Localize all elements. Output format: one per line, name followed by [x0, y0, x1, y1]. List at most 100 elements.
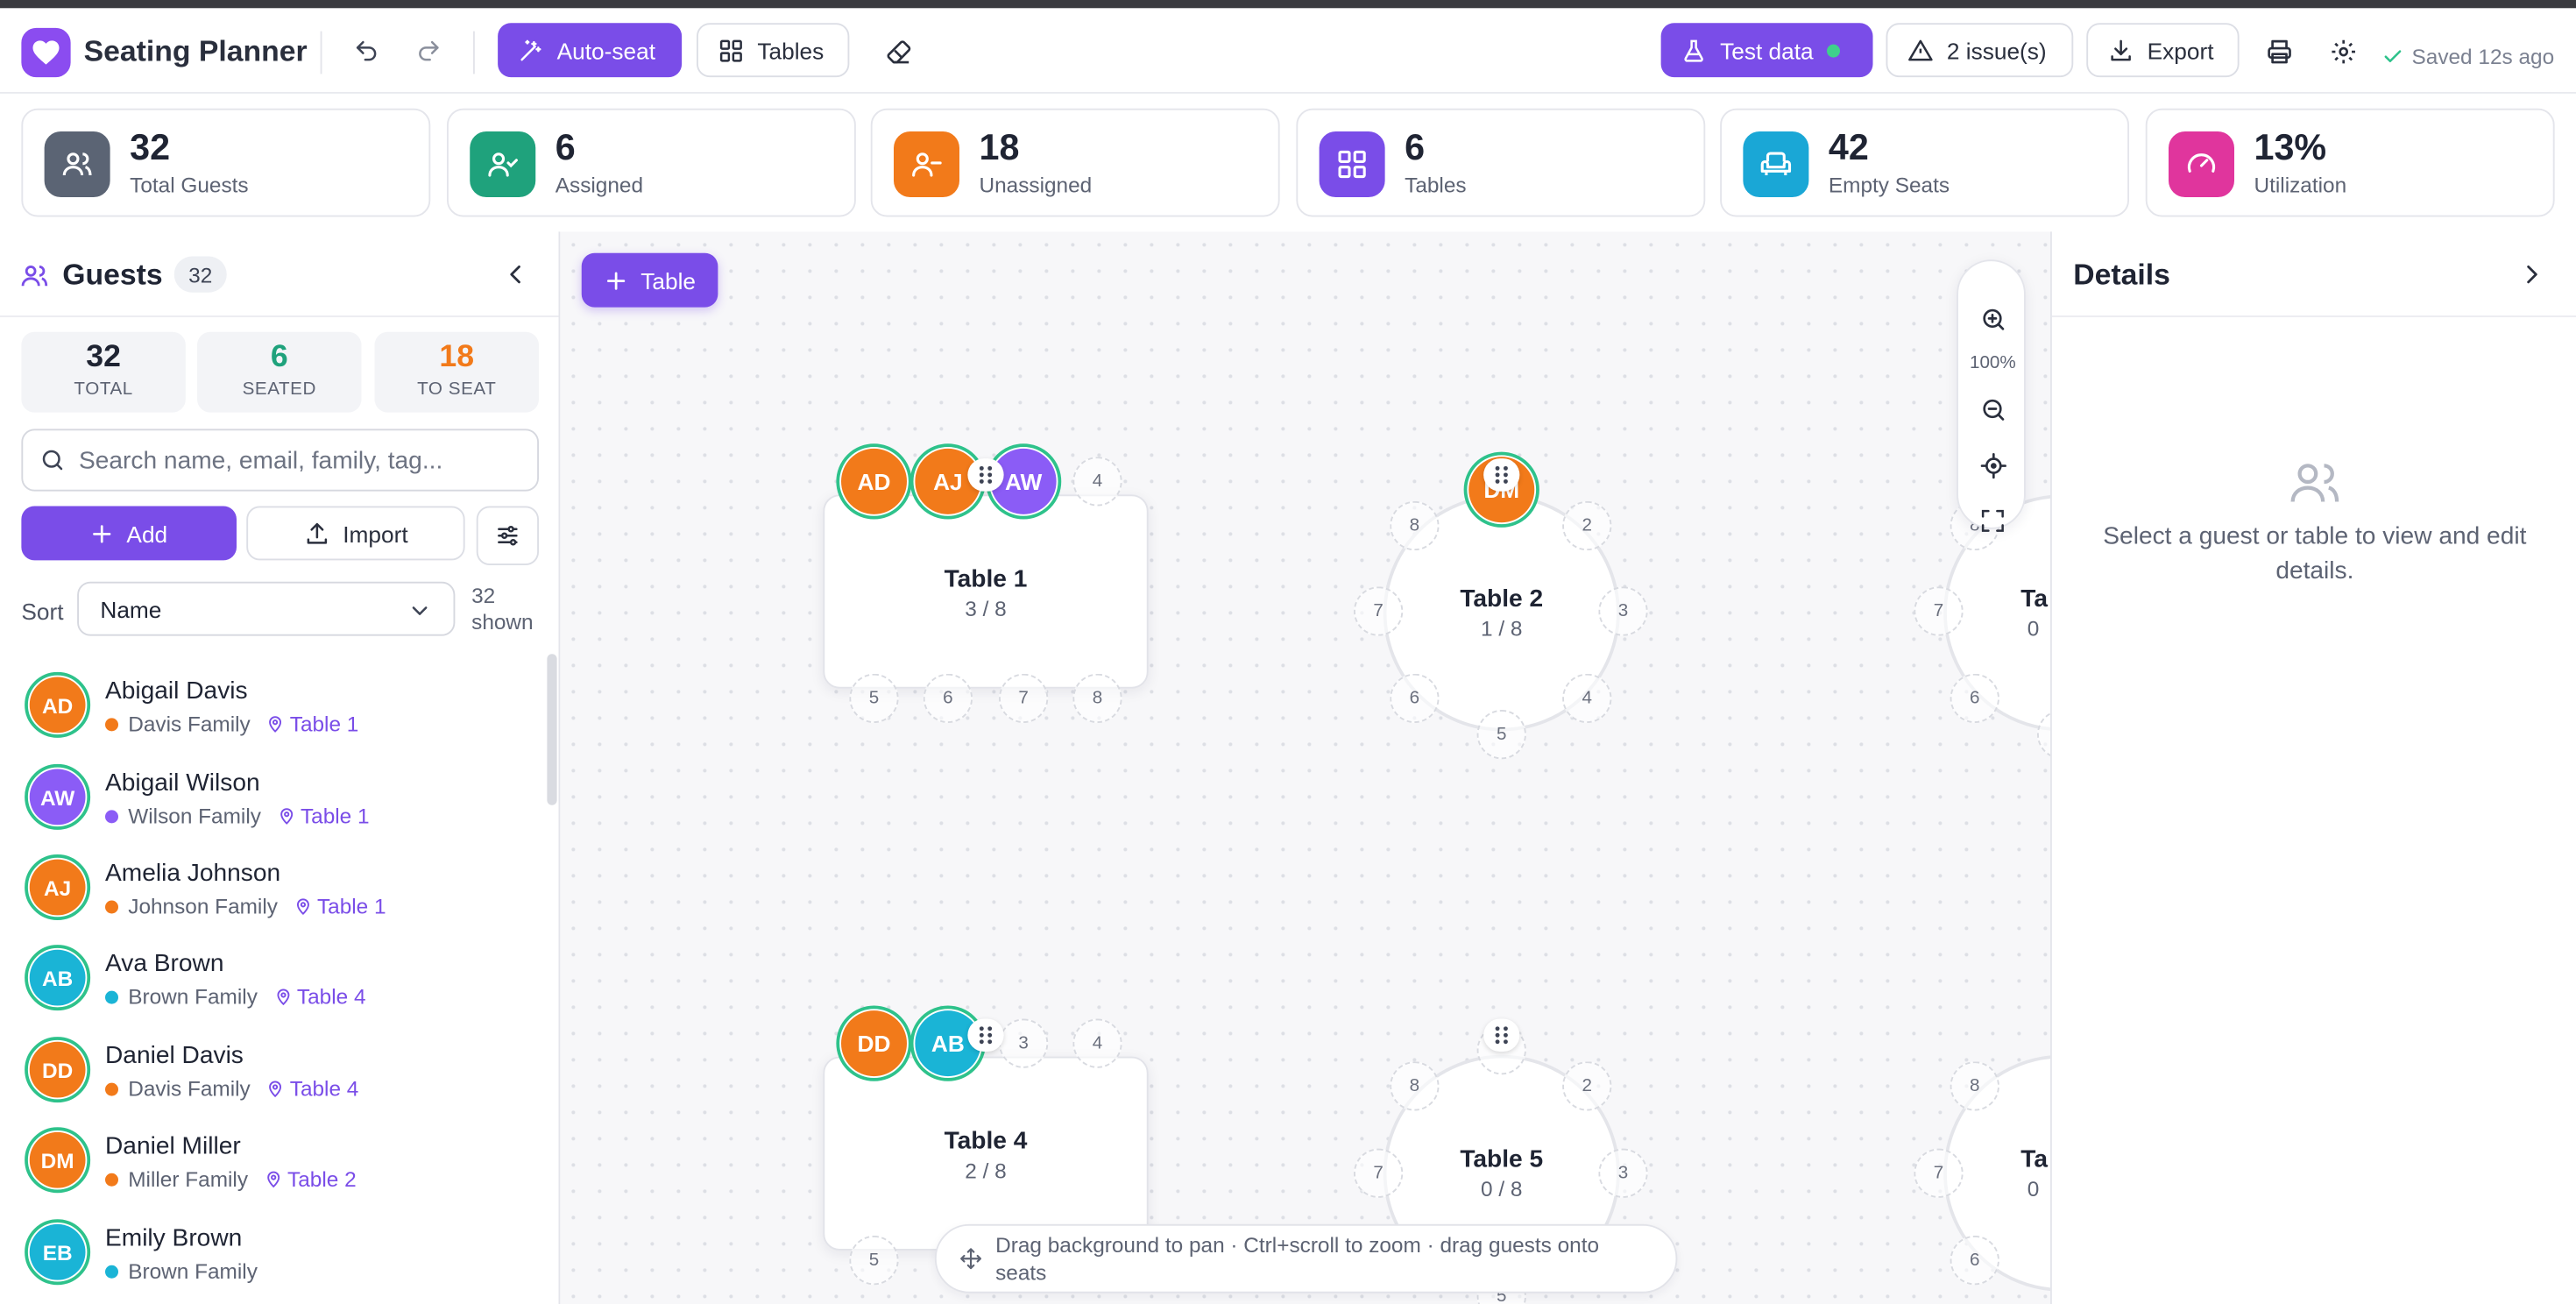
- guest-name: Abigail Davis: [105, 677, 248, 705]
- redo-icon[interactable]: [404, 26, 453, 75]
- table-name: Table 4: [944, 1127, 1028, 1156]
- guest-table-link[interactable]: Table 1: [294, 894, 386, 918]
- guest-count-badge: 32: [173, 256, 227, 293]
- add-table-button[interactable]: Table: [581, 252, 719, 308]
- users-icon: [2290, 464, 2339, 502]
- stat-label: Empty Seats: [1828, 172, 1950, 197]
- map-pin-icon: [297, 898, 309, 915]
- settings-icon[interactable]: [2318, 26, 2367, 75]
- tables-button[interactable]: Tables: [697, 23, 850, 78]
- seat-2[interactable]: 2: [1562, 500, 1612, 551]
- save-status: Saved 12s ago: [2382, 45, 2554, 69]
- collapse-chevron-right-icon[interactable]: [2507, 250, 2556, 299]
- guest-list-item[interactable]: DD Daniel Davis Davis Family Table 4: [0, 1031, 542, 1121]
- seat-5[interactable]: 5: [849, 673, 899, 723]
- seat-5[interactable]: 5: [849, 1236, 899, 1286]
- seat-3[interactable]: 3: [1598, 1148, 1648, 1198]
- import-button[interactable]: Import: [246, 506, 465, 561]
- test-data-button[interactable]: Test data: [1660, 23, 1873, 78]
- guest-table-link[interactable]: Table 2: [265, 1166, 357, 1191]
- seat-8[interactable]: 8: [1390, 1061, 1440, 1111]
- auto-seat-button[interactable]: Auto-seat: [498, 23, 683, 78]
- seat-7[interactable]: 7: [1354, 1148, 1404, 1198]
- guest-list-item[interactable]: AW Abigail Wilson Wilson Family Table 1: [0, 757, 542, 847]
- guest-table-link[interactable]: Table 1: [278, 804, 370, 828]
- drag-grip-icon[interactable]: [1483, 458, 1520, 492]
- seat-7[interactable]: 7: [1914, 586, 1964, 636]
- guest-table-link[interactable]: Table 4: [267, 1076, 359, 1102]
- guests-title: Guests: [62, 258, 163, 291]
- print-icon[interactable]: [2254, 26, 2304, 75]
- guest-list-item[interactable]: AJ Amelia Johnson Johnson Family Table 1: [0, 848, 542, 939]
- recenter-crosshair-icon[interactable]: [1973, 445, 2013, 485]
- guest-table-link[interactable]: Table 1: [267, 712, 358, 736]
- stat-label: Utilization: [2254, 172, 2347, 197]
- add-guest-button[interactable]: Add: [21, 506, 237, 561]
- map-pin-icon: [269, 716, 282, 733]
- guest-name: Amelia Johnson: [105, 859, 281, 888]
- chevron-down-icon: [412, 606, 428, 615]
- stat-value: 32: [130, 126, 171, 168]
- guest-meta: Miller Family Table 2: [105, 1166, 357, 1191]
- search-box[interactable]: [21, 429, 539, 492]
- sort-select[interactable]: Name: [77, 581, 456, 636]
- seat-8[interactable]: 8: [1950, 1061, 1999, 1111]
- undo-icon[interactable]: [342, 26, 391, 75]
- seat-6[interactable]: 6: [1950, 673, 1999, 723]
- eraser-icon[interactable]: [874, 26, 924, 75]
- seating-canvas[interactable]: Table Table 1 3 / 8 4 5 6 7 8 AD AJ AW T…: [560, 231, 2050, 1304]
- zoom-out-icon[interactable]: [1973, 389, 2013, 429]
- seat-4[interactable]: 4: [1072, 1018, 1122, 1068]
- upload-icon: [306, 521, 327, 543]
- test-data-status-dot: [1826, 43, 1840, 57]
- fit-to-screen-icon[interactable]: [1973, 501, 2013, 541]
- mini-stat-label: TOTAL: [74, 379, 133, 400]
- seat-7[interactable]: 7: [1914, 1148, 1964, 1198]
- table-4[interactable]: Table 4 2 / 8: [823, 1056, 1149, 1251]
- guest-table-name: Table 4: [289, 1076, 359, 1102]
- table-1[interactable]: Table 1 3 / 8: [823, 494, 1149, 689]
- guest-meta: Wilson Family Table 1: [105, 804, 370, 828]
- guest-table-name: Table 2: [287, 1166, 357, 1192]
- drag-grip-icon[interactable]: [967, 1018, 1004, 1052]
- stat-value: 6: [555, 126, 576, 168]
- filter-sliders-button[interactable]: [476, 506, 539, 565]
- family-color-dot: [105, 899, 118, 913]
- seat-7[interactable]: 7: [1354, 586, 1404, 636]
- seat-3[interactable]: 3: [1598, 586, 1648, 636]
- guest-list-item[interactable]: DM Daniel Miller Miller Family Table 2: [0, 1121, 542, 1211]
- collapse-chevron-left-icon[interactable]: [492, 250, 541, 299]
- seat-8[interactable]: 8: [1072, 673, 1122, 723]
- seated-guest[interactable]: DD: [836, 1005, 912, 1081]
- table-seat-count: 0: [2027, 616, 2040, 641]
- grid-icon: [719, 39, 742, 61]
- seat-5[interactable]: 5: [1476, 710, 1526, 760]
- seated-guest[interactable]: AD: [836, 443, 912, 520]
- seat-7[interactable]: 7: [999, 673, 1049, 723]
- search-input[interactable]: [79, 446, 506, 474]
- seat-4[interactable]: 4: [1562, 673, 1612, 723]
- drag-grip-icon[interactable]: [1483, 1018, 1520, 1052]
- header-divider: [320, 31, 322, 74]
- issues-button[interactable]: 2 issue(s): [1886, 23, 2074, 78]
- guest-name: Emily Brown: [105, 1223, 243, 1252]
- drag-grip-icon[interactable]: [967, 458, 1004, 492]
- seat-3[interactable]: 3: [999, 1018, 1049, 1068]
- stat-card-tables: 6 Tables: [1296, 108, 1706, 217]
- seat-6[interactable]: 6: [1390, 673, 1440, 723]
- seat-6[interactable]: 6: [923, 673, 973, 723]
- export-button[interactable]: Export: [2086, 23, 2240, 78]
- guest-list-item[interactable]: EB Emily Brown Brown Family: [0, 1213, 542, 1303]
- map-pin-icon: [269, 1081, 282, 1098]
- seat-4[interactable]: 4: [1072, 457, 1122, 507]
- seat-2[interactable]: 2: [1562, 1061, 1612, 1111]
- mini-stat-total: 32 TOTAL: [21, 331, 186, 413]
- seat-8[interactable]: 8: [1390, 500, 1440, 551]
- zoom-in-icon[interactable]: [1973, 299, 2013, 338]
- guest-table-link[interactable]: Table 4: [274, 984, 366, 1009]
- guest-name: Daniel Davis: [105, 1041, 244, 1070]
- guest-list-scrollbar[interactable]: [547, 654, 557, 805]
- guest-list-item[interactable]: AB Ava Brown Brown Family Table 4: [0, 939, 542, 1029]
- guest-list-item[interactable]: AD Abigail Davis Davis Family Table 1: [0, 665, 542, 755]
- seat-6[interactable]: 6: [1950, 1236, 1999, 1286]
